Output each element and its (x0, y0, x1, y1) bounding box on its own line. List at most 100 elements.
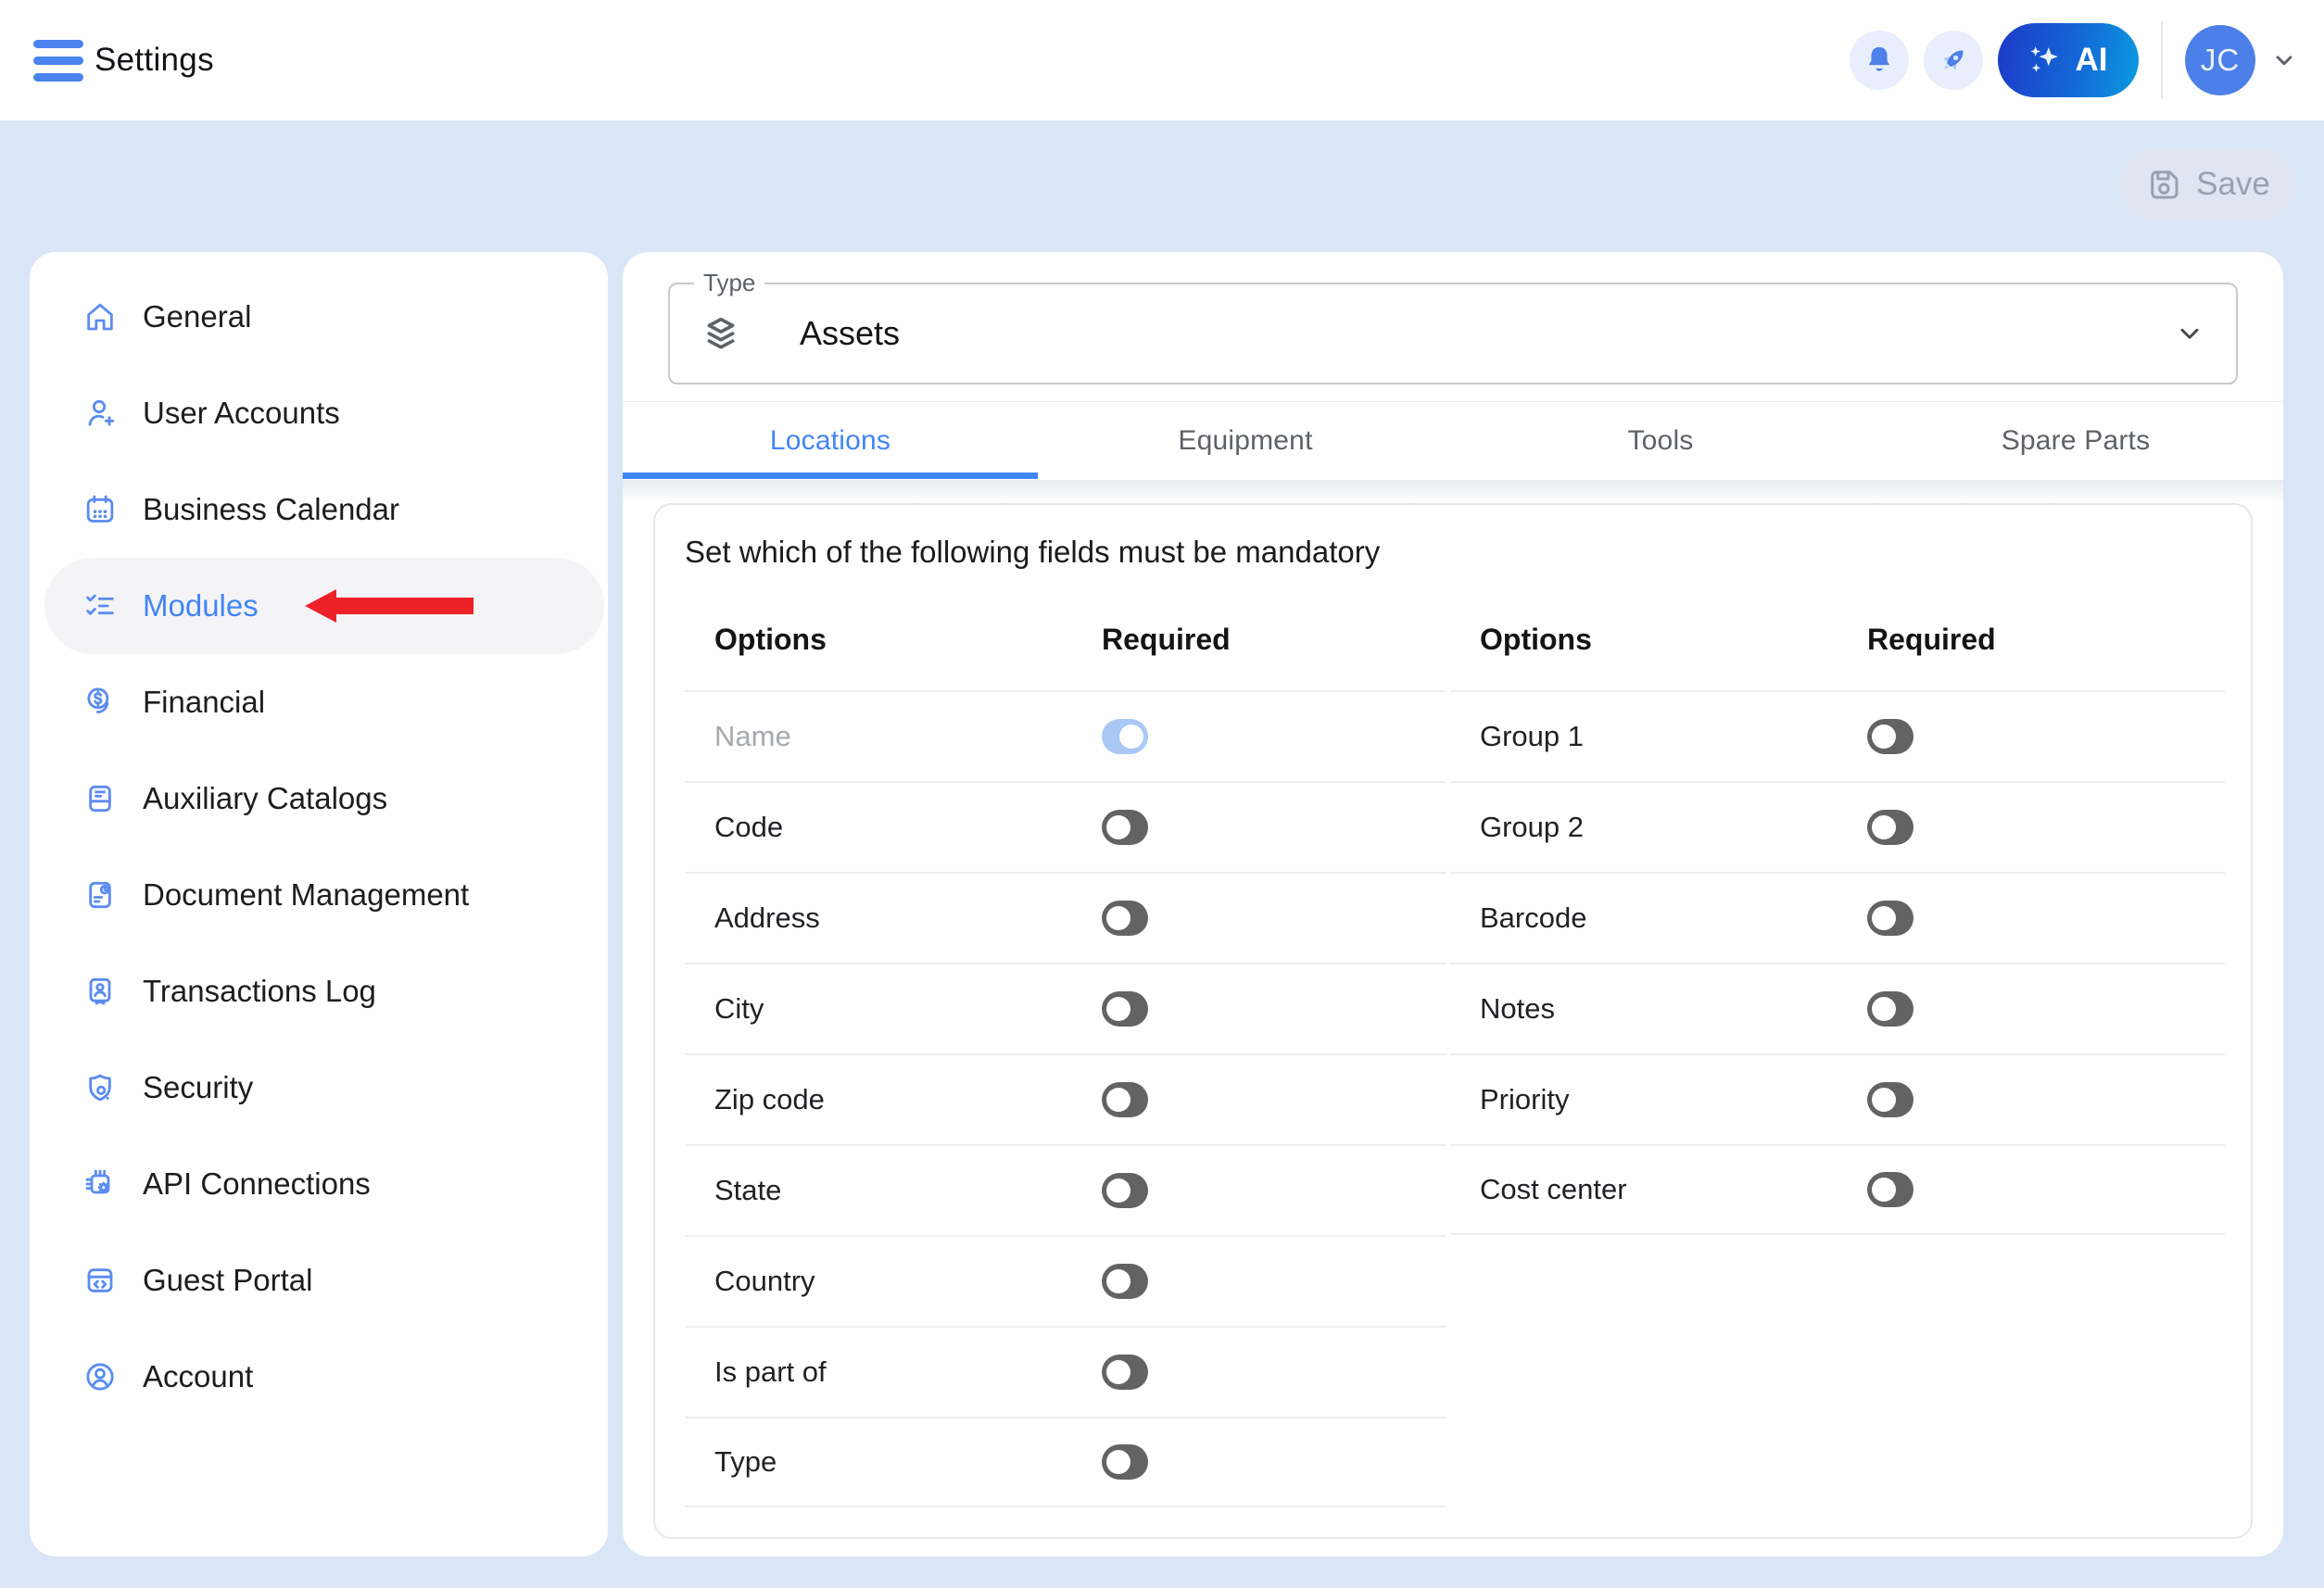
sidebar-item-label: Transactions Log (143, 974, 376, 1009)
tab-locations[interactable]: Locations (623, 402, 1038, 479)
type-select-value: Assets (800, 314, 900, 353)
field-label: Notes (1450, 992, 1555, 1026)
required-toggle-group-2[interactable] (1867, 810, 1914, 845)
menu-icon[interactable] (33, 40, 83, 82)
field-label: Country (685, 1265, 815, 1298)
field-row-notes: Notes (1450, 963, 2225, 1053)
required-toggle-code[interactable] (1102, 810, 1148, 845)
sidebar-item-label: General (143, 299, 251, 334)
field-label: Zip code (685, 1083, 825, 1116)
bell-icon (1862, 43, 1897, 78)
select-arrow-icon (2175, 319, 2204, 348)
sidebar-item-label: Account (143, 1359, 253, 1394)
active-tab-indicator (623, 473, 1038, 479)
required-toggle-notes[interactable] (1867, 991, 1914, 1027)
sidebar-item-api-connections[interactable]: API Connections (44, 1136, 604, 1232)
chip-gear-icon (82, 1166, 119, 1203)
sidebar-item-account[interactable]: Account (44, 1329, 604, 1425)
sidebar-item-label: Financial (143, 685, 265, 720)
checklist-icon (82, 587, 119, 624)
required-toggle-city[interactable] (1102, 991, 1148, 1027)
calendar-icon (82, 491, 119, 528)
field-label: Priority (1450, 1083, 1569, 1116)
page-title: Settings (95, 0, 214, 120)
chevron-down-icon[interactable] (2270, 46, 2298, 74)
field-label: Name (685, 720, 791, 753)
required-toggle-is-part-of[interactable] (1102, 1355, 1148, 1390)
tab-label: Locations (770, 425, 890, 457)
home-icon (82, 298, 119, 335)
settings-sidebar: General User Accounts Business Calendar Mod… (30, 252, 608, 1556)
field-row-type: Type (685, 1417, 1446, 1507)
whats-new-button[interactable] (1924, 31, 1983, 90)
field-label: Cost center (1450, 1173, 1627, 1206)
sidebar-item-transactions-log[interactable]: Transactions Log (44, 943, 604, 1040)
field-label: Barcode (1450, 901, 1586, 935)
save-button[interactable]: Save (2119, 148, 2295, 221)
tab-label: Spare Parts (2002, 425, 2151, 457)
required-toggle-address[interactable] (1102, 901, 1148, 936)
shield-icon (82, 1069, 119, 1106)
sidebar-item-user-accounts[interactable]: User Accounts (44, 365, 604, 461)
user-circle-icon (82, 1358, 119, 1395)
column-header-options: Options (1450, 623, 1592, 657)
topbar-actions: AI JC (1850, 0, 2298, 120)
required-toggle-state[interactable] (1102, 1173, 1148, 1208)
required-toggle-country[interactable] (1102, 1264, 1148, 1299)
coin-icon (82, 684, 119, 721)
user-add-icon (82, 395, 119, 432)
sidebar-item-label: Modules (143, 588, 259, 624)
tab-tools[interactable]: Tools (1453, 402, 1868, 479)
save-icon (2144, 165, 2183, 204)
notifications-button[interactable] (1850, 31, 1909, 90)
ai-button[interactable]: AI (1998, 23, 2139, 97)
field-label: Group 2 (1450, 811, 1584, 844)
sidebar-nav: General User Accounts Business Calendar Mod… (30, 269, 608, 1425)
field-row-is-part-of: Is part of (685, 1326, 1446, 1417)
sidebar-item-auxiliary-catalogs[interactable]: Auxiliary Catalogs (44, 750, 604, 847)
sidebar-item-label: Business Calendar (143, 492, 399, 527)
required-toggle-zip-code[interactable] (1102, 1082, 1148, 1117)
sidebar-item-label: User Accounts (143, 396, 340, 431)
tab-equipment[interactable]: Equipment (1038, 402, 1453, 479)
mandatory-fields-panel: Set which of the following fields must b… (653, 503, 2253, 1539)
field-label: State (685, 1174, 781, 1207)
top-app-bar: Settings AI (0, 0, 2324, 120)
field-label: City (685, 992, 764, 1026)
tab-spare-parts[interactable]: Spare Parts (1868, 402, 2283, 479)
required-toggle-name (1102, 719, 1148, 754)
column-header-required: Required (1867, 623, 1996, 657)
ai-button-label: AI (2076, 42, 2108, 79)
field-row-priority: Priority (1450, 1053, 2225, 1144)
field-row-state: State (685, 1144, 1446, 1235)
avatar-initials: JC (2201, 43, 2240, 78)
required-toggle-barcode[interactable] (1867, 901, 1914, 936)
red-arrow-annotation (305, 587, 474, 624)
field-label: Type (685, 1445, 777, 1479)
type-select[interactable]: Type Assets (668, 283, 2238, 384)
field-row-cost-center: Cost center (1450, 1144, 2225, 1235)
sidebar-item-business-calendar[interactable]: Business Calendar (44, 461, 604, 558)
field-label: Code (685, 811, 783, 844)
column-header-options: Options (685, 623, 827, 657)
sidebar-item-modules[interactable]: Modules (44, 558, 604, 654)
sidebar-item-security[interactable]: Security (44, 1040, 604, 1136)
avatar[interactable]: JC (2185, 25, 2255, 95)
required-toggle-type[interactable] (1102, 1444, 1148, 1480)
required-toggle-cost-center[interactable] (1867, 1172, 1914, 1207)
tab-label: Tools (1627, 425, 1693, 457)
doc-clock-icon (82, 876, 119, 914)
type-select-label: Type (694, 269, 764, 297)
save-button-label: Save (2196, 166, 2270, 203)
tab-label: Equipment (1178, 425, 1312, 457)
sidebar-item-financial[interactable]: Financial (44, 654, 604, 750)
sidebar-item-guest-portal[interactable]: Guest Portal (44, 1232, 604, 1329)
sidebar-item-general[interactable]: General (44, 269, 604, 365)
fields-table-right: OptionsRequiredGroup 1Group 2BarcodeNote… (1450, 588, 2225, 1235)
column-header-required: Required (1102, 623, 1231, 657)
field-row-group-2: Group 2 (1450, 781, 2225, 872)
required-toggle-group-1[interactable] (1867, 719, 1914, 754)
required-toggle-priority[interactable] (1867, 1082, 1914, 1117)
sidebar-item-document-management[interactable]: Document Management (44, 847, 604, 943)
module-tabs: Locations Equipment Tools Spare Parts (623, 401, 2283, 479)
